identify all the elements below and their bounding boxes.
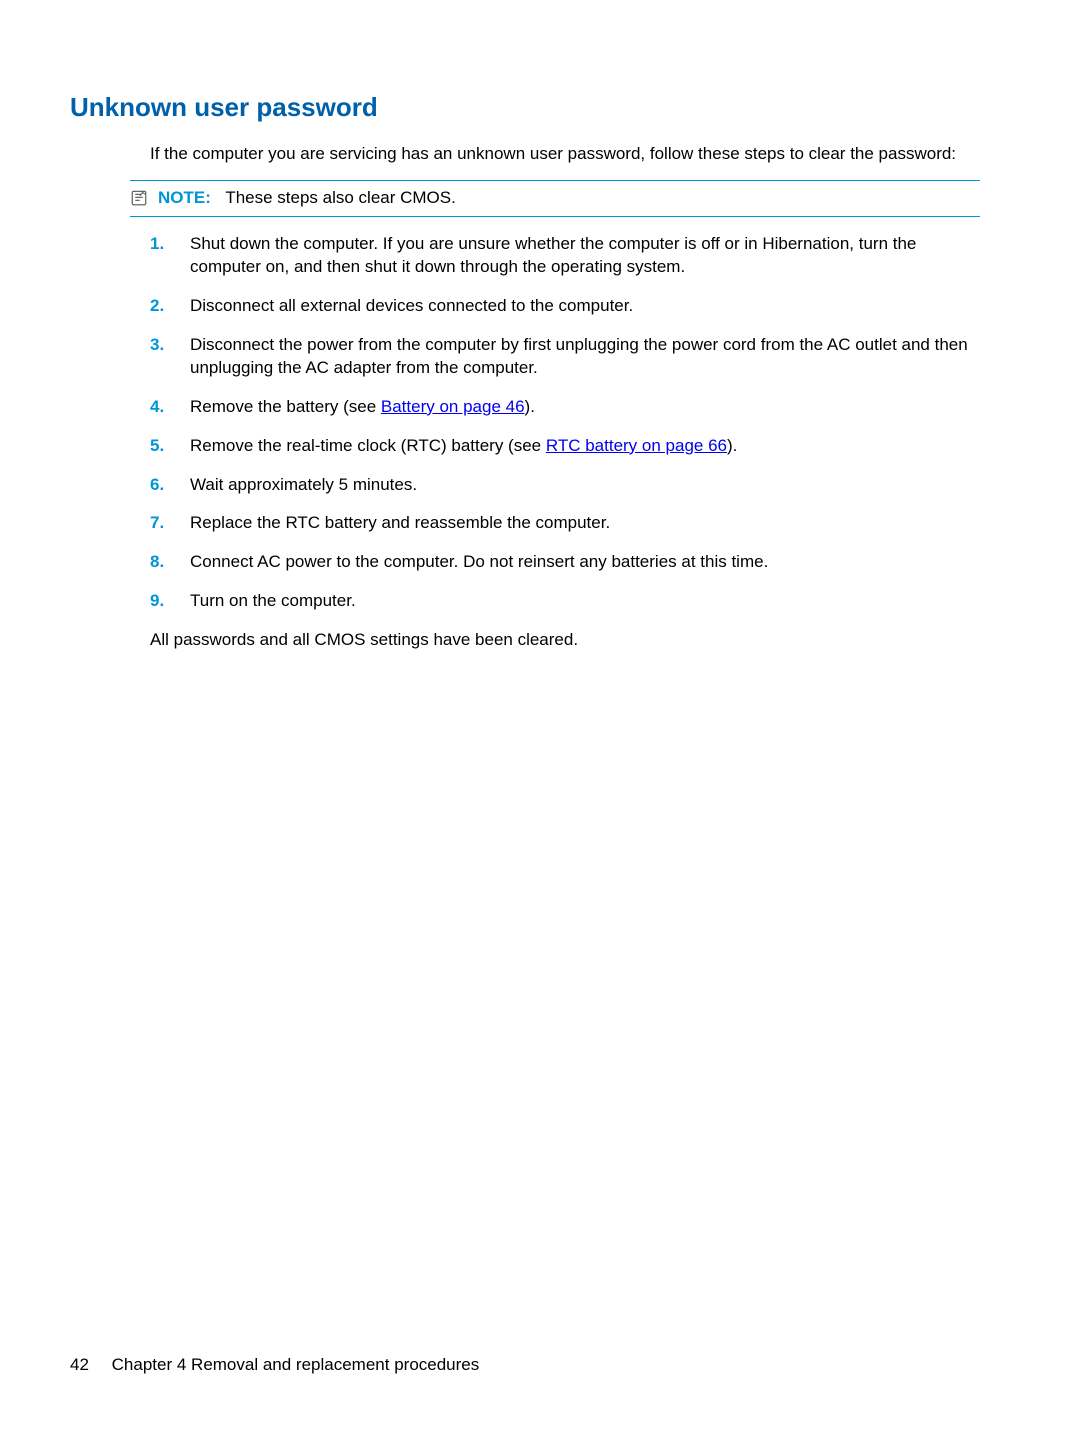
- step-text-pre: Remove the battery (see: [190, 397, 381, 416]
- step-text: Wait approximately 5 minutes.: [190, 475, 417, 494]
- step-text: Disconnect the power from the computer b…: [190, 335, 968, 377]
- note-text: These steps also clear CMOS.: [225, 188, 456, 207]
- step-text: Shut down the computer. If you are unsur…: [190, 234, 916, 276]
- step-number: 1.: [150, 233, 164, 256]
- step-text-pre: Remove the real-time clock (RTC) battery…: [190, 436, 546, 455]
- document-page: Unknown user password If the computer yo…: [0, 0, 1080, 652]
- step-number: 9.: [150, 590, 164, 613]
- step-number: 8.: [150, 551, 164, 574]
- battery-link[interactable]: Battery on page 46: [381, 397, 525, 416]
- rtc-battery-link[interactable]: RTC battery on page 66: [546, 436, 727, 455]
- note-callout: NOTE: These steps also clear CMOS.: [130, 180, 980, 217]
- step-8: 8. Connect AC power to the computer. Do …: [150, 551, 980, 574]
- step-text: Disconnect all external devices connecte…: [190, 296, 633, 315]
- step-text-post: ).: [727, 436, 737, 455]
- step-number: 6.: [150, 474, 164, 497]
- step-number: 4.: [150, 396, 164, 419]
- step-text: Connect AC power to the computer. Do not…: [190, 552, 768, 571]
- step-9: 9. Turn on the computer.: [150, 590, 980, 613]
- step-5: 5. Remove the real-time clock (RTC) batt…: [150, 435, 980, 458]
- step-number: 2.: [150, 295, 164, 318]
- note-icon: [130, 189, 148, 207]
- step-number: 7.: [150, 512, 164, 535]
- chapter-title: Chapter 4 Removal and replacement proced…: [112, 1355, 480, 1374]
- section-heading: Unknown user password: [70, 90, 1010, 125]
- steps-list: 1. Shut down the computer. If you are un…: [150, 233, 980, 613]
- page-footer: 42 Chapter 4 Removal and replacement pro…: [70, 1354, 479, 1377]
- page-number: 42: [70, 1355, 89, 1374]
- closing-paragraph: All passwords and all CMOS settings have…: [150, 629, 980, 652]
- step-3: 3. Disconnect the power from the compute…: [150, 334, 980, 380]
- step-4: 4. Remove the battery (see Battery on pa…: [150, 396, 980, 419]
- step-7: 7. Replace the RTC battery and reassembl…: [150, 512, 980, 535]
- step-1: 1. Shut down the computer. If you are un…: [150, 233, 980, 279]
- step-text-post: ).: [525, 397, 535, 416]
- step-number: 3.: [150, 334, 164, 357]
- step-2: 2. Disconnect all external devices conne…: [150, 295, 980, 318]
- note-body: NOTE: These steps also clear CMOS.: [158, 187, 456, 210]
- note-label: NOTE:: [158, 188, 211, 207]
- step-text: Replace the RTC battery and reassemble t…: [190, 513, 610, 532]
- intro-paragraph: If the computer you are servicing has an…: [150, 143, 980, 166]
- step-6: 6. Wait approximately 5 minutes.: [150, 474, 980, 497]
- step-number: 5.: [150, 435, 164, 458]
- step-text: Turn on the computer.: [190, 591, 356, 610]
